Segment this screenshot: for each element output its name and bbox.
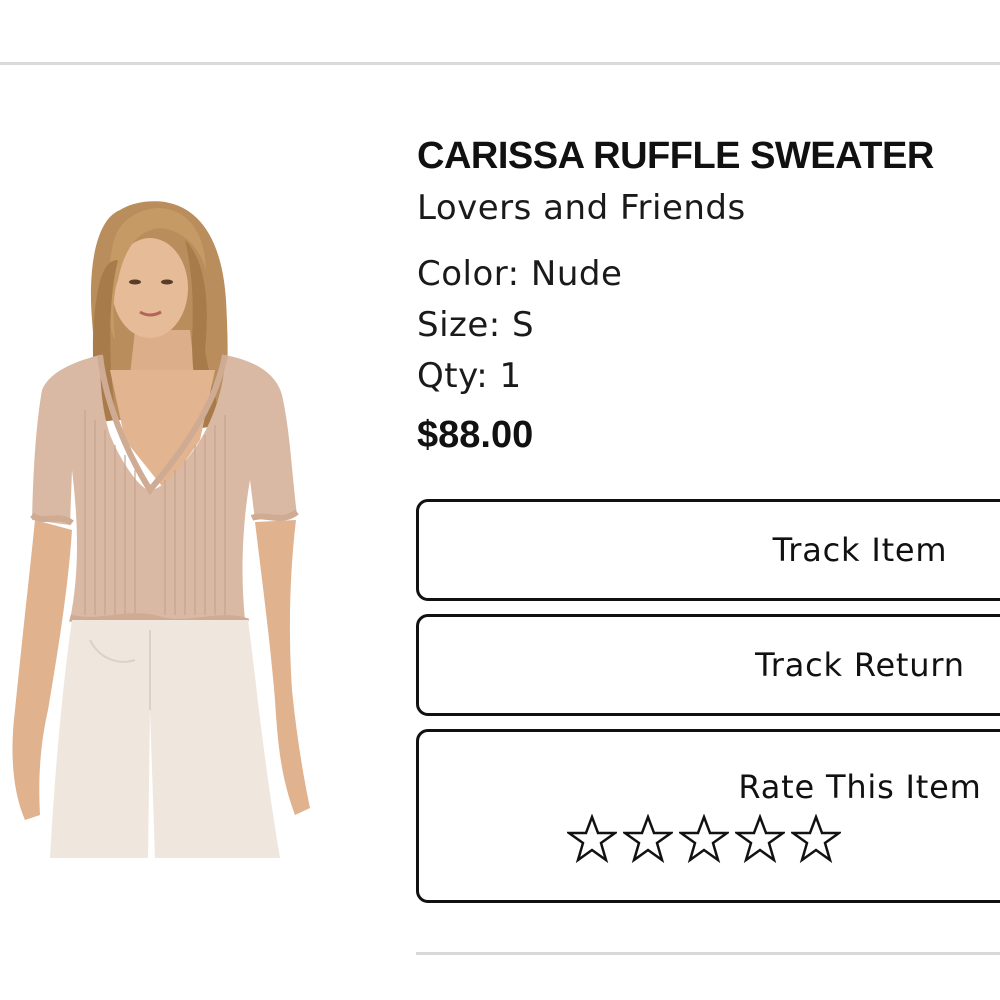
track-item-label: Track Item (772, 531, 948, 569)
rate-item-label: Rate This Item (738, 768, 982, 806)
product-color: Color: Nude (417, 254, 623, 294)
star-icon[interactable] (623, 814, 673, 864)
rate-item-panel: Rate This Item (416, 729, 1000, 903)
product-price: $88.00 (417, 414, 534, 456)
product-attributes: Color: Nude Size: S Qty: 1 (417, 249, 1000, 402)
product-size: Size: S (417, 305, 535, 345)
product-title: CARISSA RUFFLE SWEATER (417, 135, 934, 177)
product-image[interactable] (0, 190, 330, 860)
track-item-button[interactable]: Track Item (416, 499, 1000, 601)
star-icon[interactable] (735, 814, 785, 864)
bottom-divider (416, 952, 1000, 955)
product-qty: Qty: 1 (417, 356, 522, 396)
track-return-label: Track Return (755, 646, 965, 684)
star-icon[interactable] (567, 814, 617, 864)
rating-stars (567, 814, 841, 864)
product-details: CARISSA RUFFLE SWEATER Lovers and Friend… (417, 132, 1000, 459)
top-divider (0, 62, 1000, 65)
track-return-button[interactable]: Track Return (416, 614, 1000, 716)
star-icon[interactable] (679, 814, 729, 864)
product-brand[interactable]: Lovers and Friends (417, 186, 1000, 230)
star-icon[interactable] (791, 814, 841, 864)
